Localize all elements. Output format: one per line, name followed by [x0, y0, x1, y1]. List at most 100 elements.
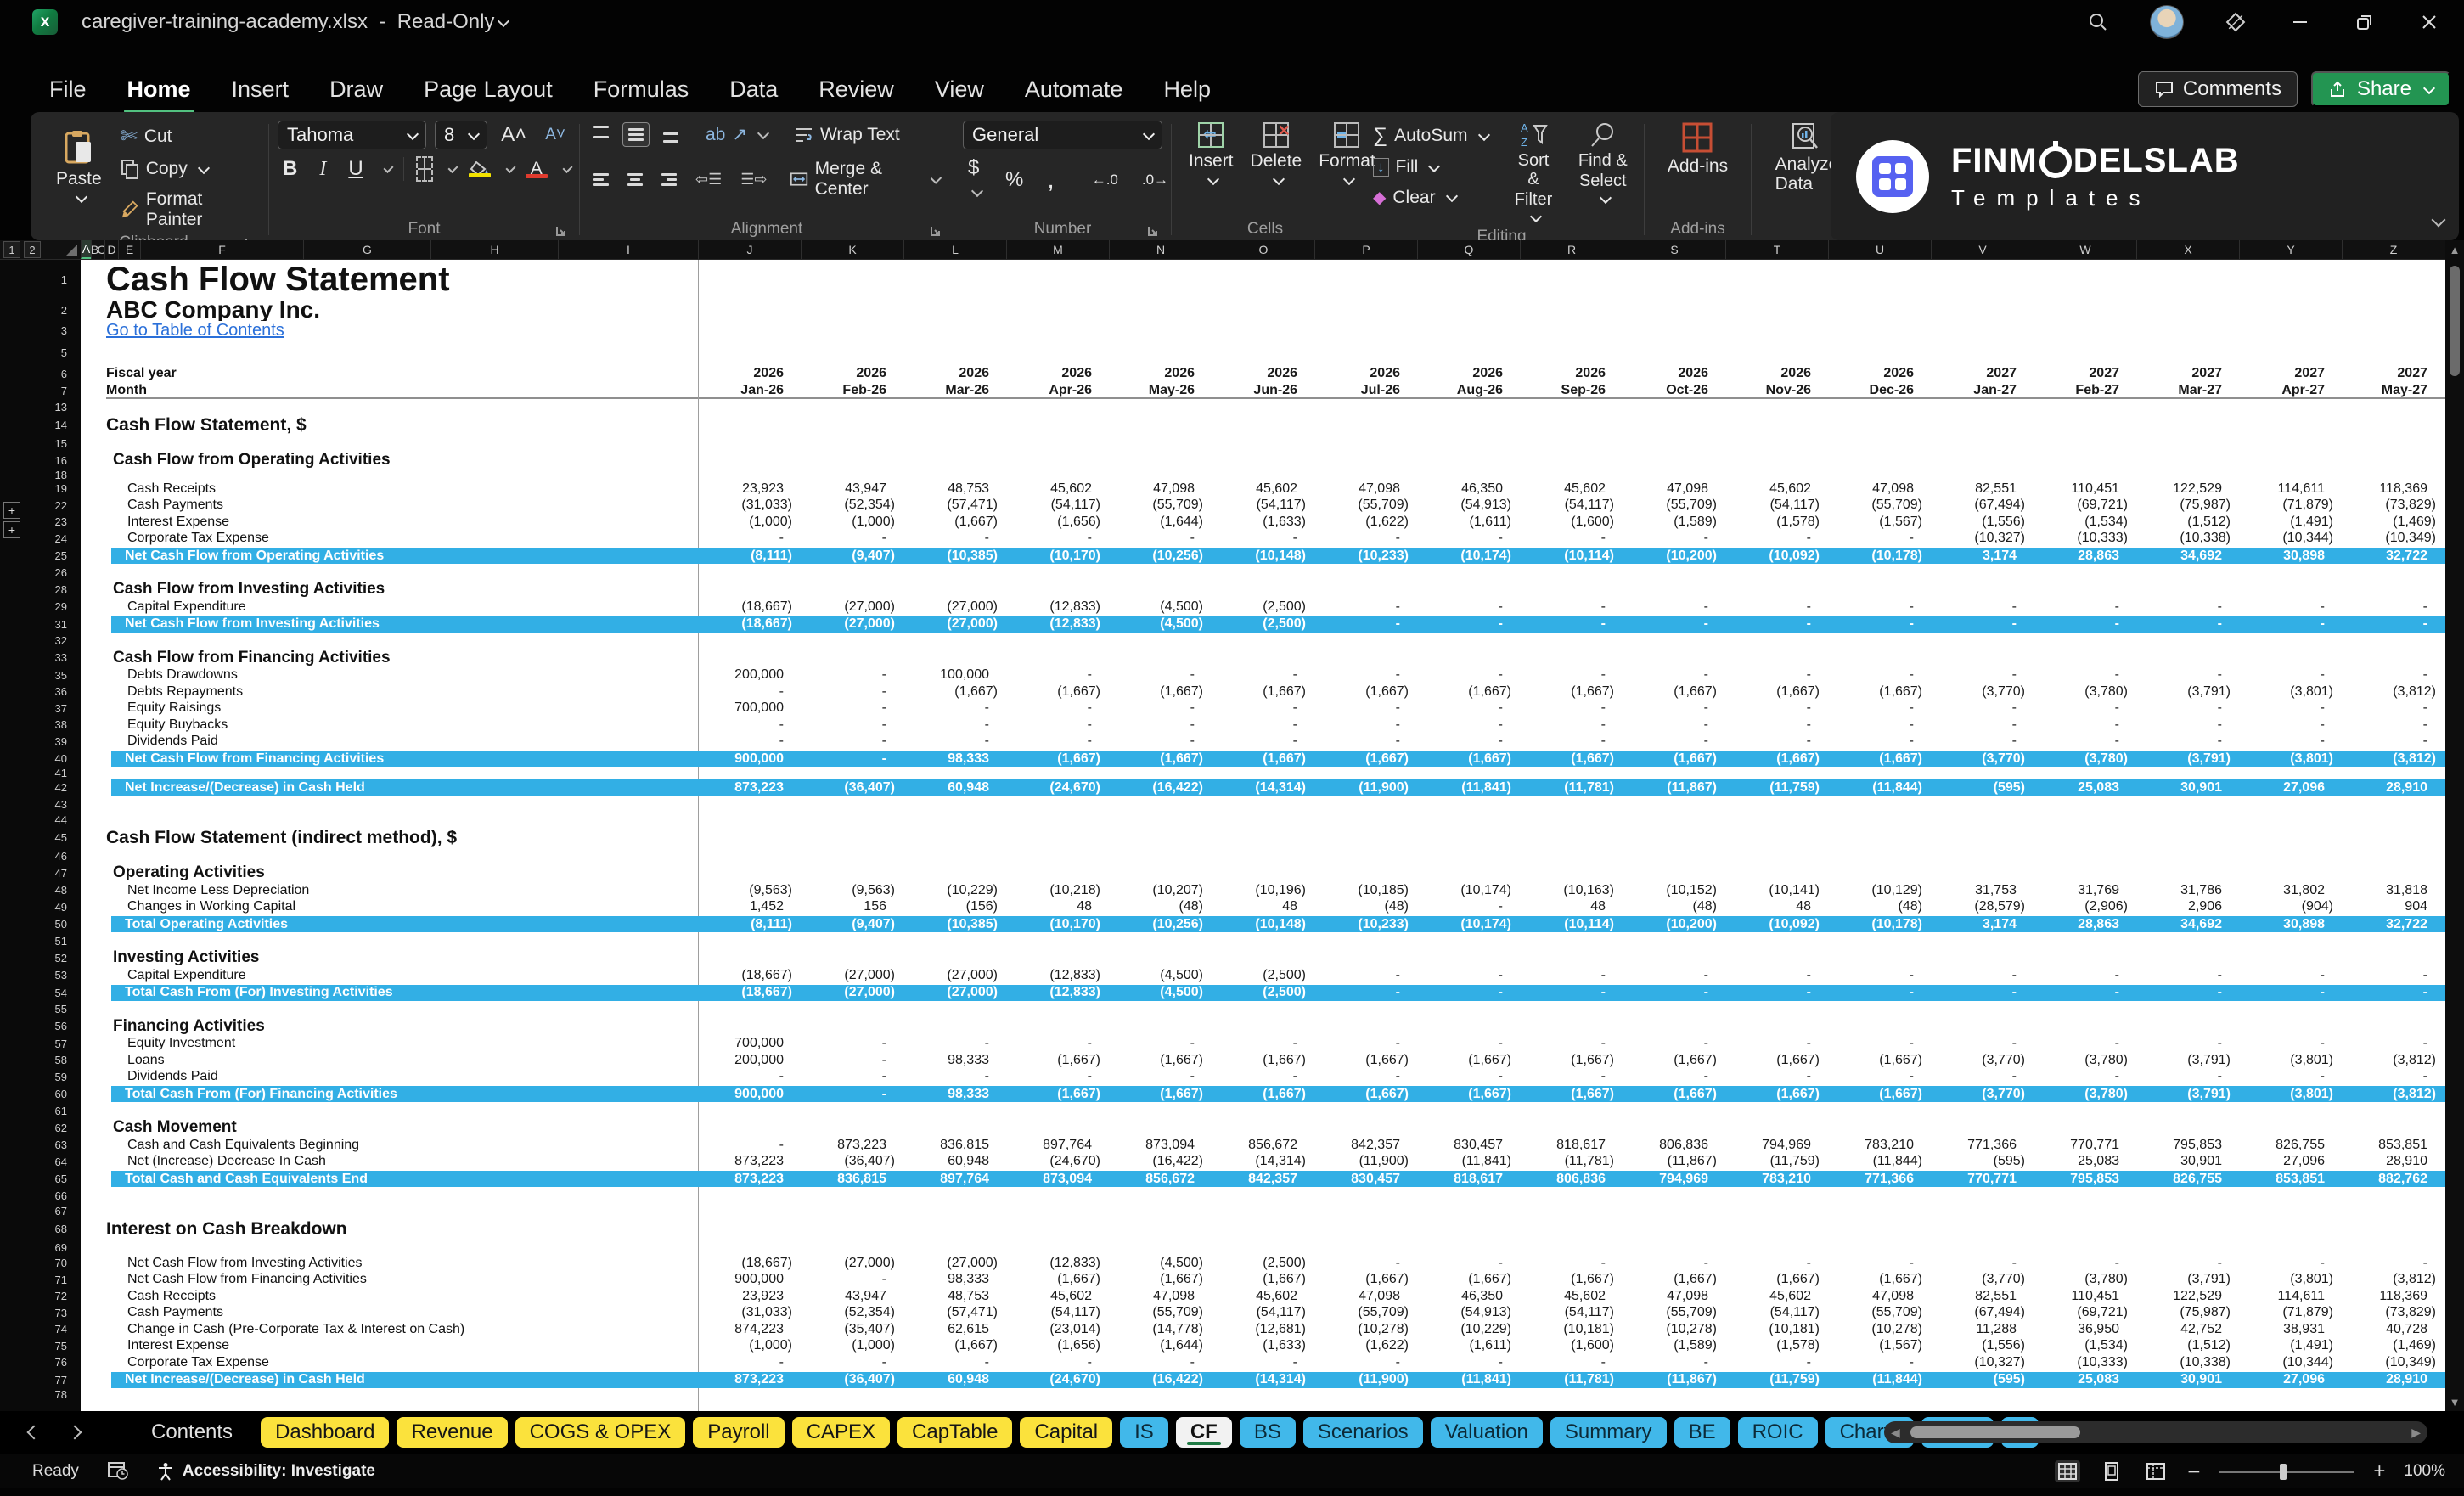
minimize-button[interactable]	[2287, 9, 2313, 35]
cell[interactable]: 122,529	[2136, 481, 2239, 497]
cell[interactable]: -	[1828, 667, 1931, 683]
cell[interactable]: (11,867)	[1623, 780, 1725, 796]
cell[interactable]: (10,092)	[1725, 917, 1828, 932]
cell[interactable]: (3,791)	[2136, 1087, 2239, 1102]
cell[interactable]: (3,791)	[2136, 1272, 2239, 1287]
menu-tab-formulas[interactable]: Formulas	[592, 73, 691, 106]
cell[interactable]: -	[2136, 1256, 2239, 1271]
cell[interactable]: -	[2342, 667, 2444, 683]
row-number-57[interactable]: 57	[0, 1036, 81, 1053]
cell[interactable]: 47,098	[1623, 481, 1725, 497]
cell[interactable]: -	[1109, 667, 1212, 683]
cell[interactable]: -	[801, 717, 903, 733]
cell[interactable]: (3,780)	[2034, 751, 2136, 767]
cell[interactable]: (14,314)	[1212, 1154, 1314, 1169]
decrease-indent-button[interactable]: ⇦☰	[690, 171, 727, 188]
find-select-button[interactable]: Find &Select	[1571, 121, 1635, 209]
align-top-button[interactable]	[588, 121, 614, 149]
cell[interactable]: -	[1725, 616, 1828, 632]
cell[interactable]: (10,148)	[1212, 917, 1314, 932]
row-number-47[interactable]: 47	[0, 863, 81, 882]
row-number-67[interactable]: 67	[0, 1203, 81, 1218]
cell[interactable]: (11,759)	[1725, 1372, 1828, 1387]
row-number-55[interactable]: 55	[0, 1002, 81, 1017]
cell[interactable]: (1,667)	[1520, 1053, 1623, 1068]
paste-button[interactable]: Paste	[48, 121, 110, 212]
sheet-tab-payroll[interactable]: Payroll	[693, 1417, 784, 1448]
cell[interactable]: 794,969	[1623, 1172, 1725, 1187]
cell[interactable]: -	[2034, 1069, 2136, 1084]
cell[interactable]: May-27	[2342, 383, 2444, 398]
cell[interactable]: -	[1109, 1036, 1212, 1051]
cell[interactable]: (3,780)	[2034, 1087, 2136, 1102]
cell[interactable]: -	[698, 734, 801, 749]
cell[interactable]: 2027	[2342, 366, 2444, 381]
cell[interactable]: 38,931	[2239, 1322, 2342, 1337]
cell[interactable]: -	[1417, 1355, 1520, 1370]
cell[interactable]: -	[1520, 700, 1623, 716]
cell[interactable]: (1,667)	[1212, 1053, 1314, 1068]
cell[interactable]: (595)	[1931, 780, 2034, 796]
horizontal-scroll-thumb[interactable]	[1910, 1426, 2080, 1438]
cell[interactable]: -	[1725, 734, 1828, 749]
outline-level-2[interactable]: 2	[24, 241, 41, 258]
cell[interactable]: (1,667)	[1623, 684, 1725, 700]
cell[interactable]: -	[801, 700, 903, 716]
cell[interactable]: 118,369	[2342, 481, 2444, 497]
cell[interactable]: 48	[1006, 899, 1109, 914]
cell[interactable]: (1,667)	[1006, 684, 1109, 700]
cell[interactable]: (11,844)	[1828, 780, 1931, 796]
cell[interactable]: 873,223	[698, 780, 801, 796]
sheet-tab-cf[interactable]: CF	[1176, 1417, 1232, 1448]
align-middle-button[interactable]	[622, 122, 650, 147]
cell[interactable]: -	[1314, 667, 1417, 683]
cell[interactable]: -	[1006, 531, 1109, 546]
close-button[interactable]	[2416, 9, 2442, 35]
column-header-A[interactable]: A	[81, 240, 91, 259]
cell[interactable]: 30,901	[2136, 1154, 2239, 1169]
cell[interactable]: (1,667)	[1109, 751, 1212, 767]
cell[interactable]: -	[1109, 717, 1212, 733]
cell[interactable]: -	[1931, 599, 2034, 615]
column-header-O[interactable]: O	[1212, 240, 1314, 259]
cell[interactable]: -	[1623, 531, 1725, 546]
number-format-select[interactable]: General	[963, 121, 1162, 149]
format-painter-button[interactable]: Format Painter	[115, 186, 260, 233]
column-header-C[interactable]: C	[98, 240, 104, 259]
cell[interactable]: -	[1417, 1256, 1520, 1271]
cell[interactable]: -	[2239, 599, 2342, 615]
cell[interactable]: 2026	[1623, 366, 1725, 381]
cell[interactable]: -	[2136, 667, 2239, 683]
column-header-W[interactable]: W	[2034, 240, 2136, 259]
cell[interactable]: 200,000	[698, 1053, 801, 1068]
cell[interactable]: -	[1417, 531, 1520, 546]
cell[interactable]: (10,196)	[1212, 883, 1314, 898]
cell[interactable]: 783,210	[1828, 1138, 1931, 1153]
cell[interactable]: (27,000)	[801, 599, 903, 615]
align-left-button[interactable]	[588, 168, 614, 191]
cell[interactable]: -	[2034, 717, 2136, 733]
cell[interactable]: (1,556)	[1931, 515, 2034, 530]
cell[interactable]: (8,111)	[698, 548, 801, 564]
cell[interactable]: -	[1520, 1036, 1623, 1051]
cell[interactable]: (3,770)	[1931, 1272, 2034, 1287]
cell[interactable]: 2026	[1417, 366, 1520, 381]
cell[interactable]: -	[1725, 1069, 1828, 1084]
cell[interactable]: -	[1725, 531, 1828, 546]
column-header-K[interactable]: K	[801, 240, 903, 259]
cell[interactable]: (1,667)	[1109, 1087, 1212, 1102]
cell[interactable]: (10,207)	[1109, 883, 1212, 898]
cell[interactable]: 842,357	[1314, 1138, 1417, 1153]
cell[interactable]: -	[1623, 667, 1725, 683]
cell[interactable]: 114,611	[2239, 481, 2342, 497]
row-number-38[interactable]: 38	[0, 717, 81, 734]
cell[interactable]: (4,500)	[1109, 985, 1212, 1000]
cell[interactable]: (10,152)	[1623, 883, 1725, 898]
cell[interactable]: 856,672	[1109, 1172, 1212, 1187]
cell[interactable]: 771,366	[1931, 1138, 2034, 1153]
cell[interactable]: 842,357	[1212, 1172, 1314, 1187]
cell[interactable]: 45,602	[1212, 481, 1314, 497]
cell[interactable]: (1,667)	[1314, 1272, 1417, 1287]
cell[interactable]: (3,770)	[1931, 1053, 2034, 1068]
underline-button[interactable]: U	[343, 157, 368, 181]
